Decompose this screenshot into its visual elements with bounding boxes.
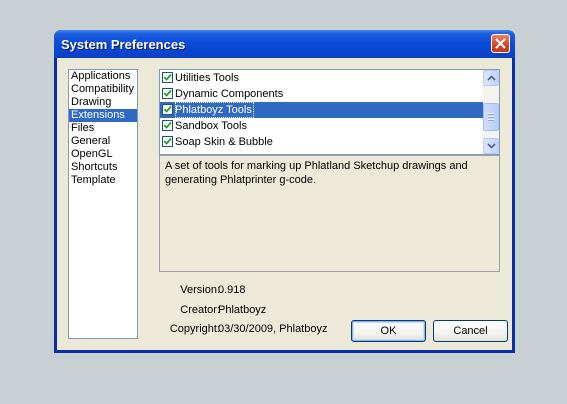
chevron-down-icon [487, 143, 496, 149]
copyright-label: Copyright: [169, 323, 220, 335]
close-button[interactable] [491, 34, 510, 53]
extension-item-phlatboyz-tools[interactable]: Phlatboyz Tools [160, 102, 499, 118]
version-value: 0.918 [218, 284, 246, 296]
category-item-opengl[interactable]: OpenGL [69, 148, 137, 161]
extension-list-scrollbar[interactable] [483, 70, 499, 154]
system-preferences-dialog: System Preferences Applications Compatib… [54, 30, 515, 353]
scroll-grip-line [488, 119, 494, 121]
extension-list[interactable]: Utilities Tools Dynamic Components Phlat… [159, 69, 500, 155]
extension-item-dynamic-components[interactable]: Dynamic Components [160, 86, 499, 102]
cancel-button[interactable]: Cancel [433, 320, 508, 342]
category-item-files[interactable]: Files [69, 122, 137, 135]
scroll-down-button[interactable] [483, 138, 499, 154]
scroll-grip-line [488, 113, 494, 115]
extension-item-utilities-tools[interactable]: Utilities Tools [160, 70, 499, 86]
extension-item-sandbox-tools[interactable]: Sandbox Tools [160, 118, 499, 134]
extension-checkbox[interactable] [162, 72, 173, 83]
dialog-body: Applications Compatibility Drawing Exten… [57, 58, 512, 350]
extension-label: Phlatboyz Tools [175, 102, 254, 118]
extension-checkbox[interactable] [162, 136, 173, 147]
extension-description: A set of tools for marking up Phlatland … [159, 155, 500, 272]
checkmark-icon [163, 105, 172, 113]
category-item-drawing[interactable]: Drawing [69, 96, 137, 109]
extension-checkbox[interactable] [162, 120, 173, 131]
window-title: System Preferences [61, 37, 186, 52]
category-item-template[interactable]: Template [69, 174, 137, 187]
extension-label: Sandbox Tools [175, 120, 247, 132]
copyright-value: 03/30/2009, Phlatboyz [218, 323, 328, 335]
extension-label: Dynamic Components [175, 88, 284, 100]
chevron-up-icon [487, 75, 496, 81]
checkmark-icon [163, 89, 172, 97]
category-list[interactable]: Applications Compatibility Drawing Exten… [68, 69, 138, 339]
category-item-general[interactable]: General [69, 135, 137, 148]
title-bar[interactable]: System Preferences [54, 30, 515, 58]
category-item-applications[interactable]: Applications [69, 70, 137, 83]
category-item-extensions[interactable]: Extensions [69, 109, 137, 122]
scroll-grip-line [488, 116, 494, 118]
scroll-thumb[interactable] [483, 103, 499, 131]
checkmark-icon [163, 137, 172, 145]
scroll-up-button[interactable] [483, 70, 499, 86]
close-icon [495, 38, 506, 49]
extension-label: Soap Skin & Bubble [175, 136, 273, 148]
creator-label: Creator: [180, 304, 220, 316]
category-item-compatibility[interactable]: Compatibility [69, 83, 137, 96]
checkmark-icon [163, 121, 172, 129]
creator-value: Phlatboyz [218, 304, 267, 316]
checkmark-icon [163, 73, 172, 81]
ok-button[interactable]: OK [351, 320, 426, 342]
extension-checkbox[interactable] [162, 104, 173, 115]
category-item-shortcuts[interactable]: Shortcuts [69, 161, 137, 174]
extension-checkbox[interactable] [162, 88, 173, 99]
extension-label: Utilities Tools [175, 72, 239, 84]
version-label: Version: [180, 284, 220, 296]
extension-item-soap-skin-bubble[interactable]: Soap Skin & Bubble [160, 134, 499, 150]
